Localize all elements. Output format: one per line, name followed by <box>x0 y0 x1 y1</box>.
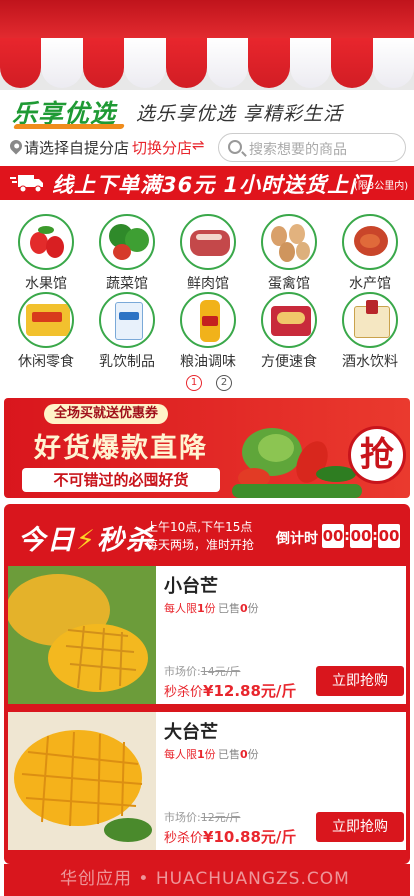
watermark: 华创应用 • HUACHUANGZS.COM <box>60 869 350 889</box>
category-label: 休闲零食 <box>18 354 74 370</box>
category-label: 方便速食 <box>261 354 317 370</box>
category-label: 粮油调味 <box>180 354 236 370</box>
milk-icon <box>99 292 155 348</box>
search-icon <box>228 140 242 154</box>
pager-dot-2[interactable]: 2 <box>216 375 232 391</box>
countdown-seconds: 00 <box>378 524 400 548</box>
category-label: 蛋禽馆 <box>268 276 310 292</box>
product-sold: 已售0份 <box>218 602 259 615</box>
category-label: 酒水饮料 <box>342 354 398 370</box>
truck-icon <box>10 175 43 193</box>
snacks-icon <box>18 292 74 348</box>
product-name: 小台芒 <box>164 576 218 597</box>
product-card[interactable]: 小台芒 每人限1份 已售0份 市场价:14元/斤 秒杀价¥12.88元/斤 立即… <box>8 566 406 704</box>
promo-banner[interactable]: 全场买就送优惠券 好货爆款直降 不可错过的必囤好货 抢 <box>4 398 410 498</box>
market-price: 市场价:12元/斤 <box>164 811 241 824</box>
delivery-note: (限3公里内) <box>354 181 409 192</box>
countdown-timer: 00 : 00 : 00 <box>322 524 400 548</box>
product-limit: 每人限1份 <box>164 602 216 615</box>
broccoli-icon <box>99 214 155 270</box>
promo-subtitle: 不可错过的必囤好货 <box>22 468 220 492</box>
sale-price: 秒杀价¥12.88元/斤 <box>164 682 297 700</box>
flash-sale-section: 今日⚡秒杀 上午10点,下午15点 每天两场，准时开抢 倒计时 00 : 00 … <box>4 504 410 864</box>
grab-button[interactable]: 抢 <box>348 426 406 484</box>
awning-stripes <box>0 38 414 88</box>
awning-header <box>0 0 414 92</box>
sale-price: 秒杀价¥10.88元/斤 <box>164 828 297 846</box>
category-grain-oil[interactable]: 粮油调味 <box>168 292 248 371</box>
category-eggs[interactable]: 蛋禽馆 <box>249 214 329 293</box>
location-row: 请选择自提分店 切换分店 ⇌ 搜索想要的商品 <box>0 132 414 166</box>
promo-tag: 全场买就送优惠券 <box>44 404 169 424</box>
flash-sale-title: 今日⚡秒杀 <box>18 525 155 556</box>
search-input[interactable]: 搜索想要的商品 <box>218 133 406 162</box>
slogan: 选乐享优选 享精彩生活 <box>136 103 344 125</box>
category-label: 鲜肉馆 <box>187 276 229 292</box>
promo-title: 好货爆款直降 <box>34 433 208 464</box>
instant-noodles-icon <box>261 292 317 348</box>
logo-swoosh <box>13 124 125 129</box>
buy-now-button[interactable]: 立即抢购 <box>316 666 404 696</box>
location-pin-icon <box>7 137 25 155</box>
category-meat[interactable]: 鲜肉馆 <box>168 214 248 293</box>
oil-bottle-icon <box>180 292 236 348</box>
brand-row: 乐享优选 选乐享优选 享精彩生活 <box>0 90 414 134</box>
market-price: 市场价:14元/斤 <box>164 665 241 678</box>
mango-image <box>8 566 156 704</box>
eggs-icon <box>261 214 317 270</box>
category-label: 蔬菜馆 <box>106 276 148 292</box>
category-seafood[interactable]: 水产馆 <box>330 214 410 293</box>
category-label: 乳饮制品 <box>99 354 155 370</box>
category-fruit[interactable]: 水果馆 <box>6 214 86 293</box>
product-sold: 已售0份 <box>218 748 259 761</box>
delivery-text: 线上下单满36元 1小时送货上门 <box>52 173 372 197</box>
switch-store-button[interactable]: 切换分店 <box>132 137 192 158</box>
category-snacks[interactable]: 休闲零食 <box>6 292 86 371</box>
category-pager: 1 2 <box>186 375 232 391</box>
pager-dot-1[interactable]: 1 <box>186 375 202 391</box>
product-limit: 每人限1份 <box>164 748 216 761</box>
category-instant-food[interactable]: 方便速食 <box>249 292 329 371</box>
category-label: 水产馆 <box>349 276 391 292</box>
product-card[interactable]: 大台芒 每人限1份 已售0份 市场价:12元/斤 秒杀价¥10.88元/斤 立即… <box>8 712 406 850</box>
search-placeholder: 搜索想要的商品 <box>249 142 347 158</box>
countdown-hours: 00 <box>322 524 344 548</box>
liquor-icon <box>342 292 398 348</box>
strawberry-icon <box>18 214 74 270</box>
category-drinks[interactable]: 酒水饮料 <box>330 292 410 371</box>
vegetables-image <box>232 428 362 498</box>
countdown-minutes: 00 <box>350 524 372 548</box>
meat-icon <box>180 214 236 270</box>
lightning-icon: ⚡ <box>76 525 97 556</box>
countdown-label: 倒计时 <box>276 531 318 547</box>
category-vegetable[interactable]: 蔬菜馆 <box>87 214 167 293</box>
swap-arrows-icon[interactable]: ⇌ <box>192 136 205 154</box>
store-prompt[interactable]: 请选择自提分店 <box>24 137 129 158</box>
mango-image <box>8 712 156 850</box>
category-dairy[interactable]: 乳饮制品 <box>87 292 167 371</box>
awning-topband <box>0 0 414 38</box>
category-label: 水果馆 <box>25 276 67 292</box>
crayfish-icon <box>342 214 398 270</box>
product-name: 大台芒 <box>164 722 218 743</box>
delivery-banner: 线上下单满36元 1小时送货上门 (限3公里内) <box>0 166 414 200</box>
flash-sale-schedule: 上午10点,下午15点 每天两场，准时开抢 <box>146 520 255 552</box>
buy-now-button[interactable]: 立即抢购 <box>316 812 404 842</box>
